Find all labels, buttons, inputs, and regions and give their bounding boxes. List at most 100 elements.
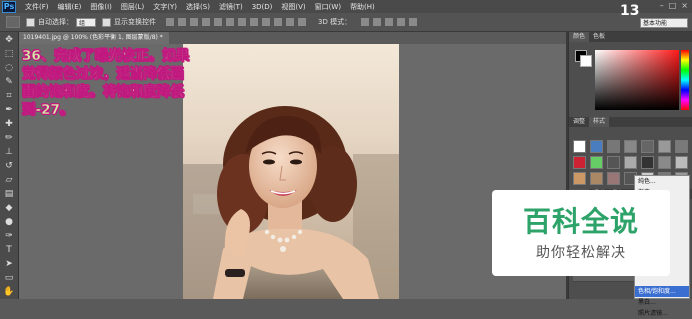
auto-select-value: 组 <box>79 19 86 27</box>
menu-3d[interactable]: 3D(D) <box>252 3 273 11</box>
style-swatch[interactable] <box>624 140 637 153</box>
style-swatch[interactable] <box>590 156 603 169</box>
pen-tool-icon[interactable]: ✑ <box>3 230 15 242</box>
gradient-tool-icon[interactable]: ▤ <box>3 188 15 200</box>
style-swatch[interactable] <box>675 156 688 169</box>
type-tool-icon[interactable]: T <box>3 244 15 256</box>
style-swatch[interactable] <box>658 140 671 153</box>
menu-image[interactable]: 图像(I) <box>90 2 112 12</box>
style-swatch[interactable] <box>641 140 654 153</box>
auto-select-checkbox[interactable] <box>26 17 35 27</box>
maximize-button[interactable]: □ <box>669 1 677 10</box>
eyedropper-tool-icon[interactable]: ✒ <box>3 104 15 116</box>
history-brush-tool-icon[interactable]: ↺ <box>3 160 15 172</box>
rotate-3d-icon[interactable] <box>361 18 370 26</box>
menu-window[interactable]: 窗口(W) <box>315 2 341 12</box>
tab-adjustments[interactable]: 调整 <box>569 117 589 127</box>
style-swatch[interactable] <box>590 140 603 153</box>
auto-select-label: 自动选择： <box>38 18 73 26</box>
menu-layer[interactable]: 图层(L) <box>121 2 144 12</box>
menu-item[interactable] <box>635 275 689 286</box>
move-tool-icon[interactable]: ✥ <box>3 34 15 46</box>
portrait-photo <box>183 44 399 299</box>
style-swatch[interactable] <box>607 172 620 185</box>
lasso-tool-icon[interactable]: ◌ <box>3 62 15 74</box>
brush-tool-icon[interactable]: ✏ <box>3 132 15 144</box>
step-number: 13 <box>620 3 640 19</box>
distribute-right-icon[interactable] <box>298 18 306 26</box>
eraser-tool-icon[interactable]: ▱ <box>3 174 15 186</box>
roll-3d-icon[interactable] <box>373 18 382 26</box>
menu-view[interactable]: 视图(V) <box>281 2 305 12</box>
tab-swatches[interactable]: 色板 <box>589 32 609 42</box>
distribute-top-icon[interactable] <box>238 18 246 26</box>
dodge-tool-icon[interactable]: ● <box>3 216 15 228</box>
crop-tool-icon[interactable]: ⌗ <box>3 90 15 102</box>
menu-item-hue-saturation[interactable]: 色相/饱和度... <box>635 286 689 297</box>
show-transform-label: 显示变换控件 <box>114 18 156 26</box>
style-swatch[interactable] <box>607 156 620 169</box>
photoshop-logo: Ps <box>2 0 16 13</box>
watermark-title: 百科全说 <box>522 205 639 238</box>
distribute-left-icon[interactable] <box>274 18 282 26</box>
align-right-icon[interactable] <box>226 18 234 26</box>
distribute-bottom-icon[interactable] <box>262 18 270 26</box>
menu-bar: Ps 文件(F) 编辑(E) 图像(I) 图层(L) 文字(Y) 选择(S) 滤… <box>0 0 692 13</box>
menu-select[interactable]: 选择(S) <box>186 2 210 12</box>
style-swatch[interactable] <box>590 172 603 185</box>
distribute-center-icon[interactable] <box>286 18 294 26</box>
align-center-icon[interactable] <box>214 18 222 26</box>
marquee-tool-icon[interactable]: ⬚ <box>3 48 15 60</box>
menu-help[interactable]: 帮助(H) <box>350 2 375 12</box>
hue-slider[interactable] <box>681 50 689 110</box>
auto-select-dropdown[interactable]: 组 <box>76 17 96 27</box>
align-icons <box>166 18 306 26</box>
background-color-swatch[interactable] <box>580 55 592 67</box>
menu-file[interactable]: 文件(F) <box>25 2 49 12</box>
menu-filter[interactable]: 滤镜(T) <box>219 2 243 12</box>
style-swatch[interactable] <box>675 140 688 153</box>
tools-panel: ✥ ⬚ ◌ ✎ ⌗ ✒ ✚ ✏ ⊥ ↺ ▱ ▤ ◆ ● ✑ T ➤ ▭ ✋ <box>0 32 19 299</box>
mode-3d-label: 3D 模式： <box>318 18 352 26</box>
quick-select-tool-icon[interactable]: ✎ <box>3 76 15 88</box>
shape-tool-icon[interactable]: ▭ <box>3 272 15 284</box>
slide-3d-icon[interactable] <box>397 18 406 26</box>
align-middle-icon[interactable] <box>178 18 186 26</box>
tab-styles[interactable]: 样式 <box>589 117 610 127</box>
tab-color[interactable]: 颜色 <box>569 32 590 42</box>
color-spectrum[interactable] <box>595 50 679 110</box>
align-top-icon[interactable] <box>166 18 174 26</box>
style-swatch[interactable] <box>607 140 620 153</box>
move-tool-preset-icon[interactable] <box>6 16 20 28</box>
align-left-icon[interactable] <box>202 18 210 26</box>
scale-3d-icon[interactable] <box>409 18 418 26</box>
menu-item-solid-color[interactable]: 纯色... <box>635 176 689 187</box>
clone-stamp-tool-icon[interactable]: ⊥ <box>3 146 15 158</box>
style-swatch[interactable] <box>573 156 586 169</box>
distribute-middle-icon[interactable] <box>250 18 258 26</box>
color-panel-tabs: 颜色 色板 <box>569 32 692 42</box>
style-swatch[interactable] <box>624 156 637 169</box>
hand-tool-icon[interactable]: ✋ <box>3 286 15 298</box>
menu-edit[interactable]: 编辑(E) <box>58 2 82 12</box>
document-tab[interactable]: 1019401.jpg @ 100% (色彩平衡 1, 图层蒙版/8) * × <box>19 32 169 53</box>
style-swatch[interactable] <box>641 156 654 169</box>
style-swatch[interactable] <box>573 140 586 153</box>
menu-item-photo-filter[interactable]: 照片滤镜... <box>635 308 689 319</box>
blur-tool-icon[interactable]: ◆ <box>3 202 15 214</box>
menu-type[interactable]: 文字(Y) <box>153 2 177 12</box>
drag-3d-icon[interactable] <box>385 18 394 26</box>
show-transform-checkbox[interactable] <box>102 17 111 27</box>
styles-panel-tabs: 调整 样式 <box>569 117 692 127</box>
options-bar: 自动选择： 组 显示变换控件 3D 模式： <box>0 13 692 32</box>
style-swatch[interactable] <box>658 156 671 169</box>
close-button[interactable]: × <box>681 1 688 10</box>
style-swatch[interactable] <box>573 172 586 185</box>
healing-brush-tool-icon[interactable]: ✚ <box>3 118 15 130</box>
align-bottom-icon[interactable] <box>190 18 198 26</box>
window-controls: – □ × <box>660 1 688 10</box>
watermark-badge: 百科全说 助你轻松解决 <box>492 190 670 276</box>
path-select-tool-icon[interactable]: ➤ <box>3 258 15 270</box>
workspace-selector[interactable]: 基本功能 <box>640 18 688 28</box>
minimize-button[interactable]: – <box>660 1 664 10</box>
